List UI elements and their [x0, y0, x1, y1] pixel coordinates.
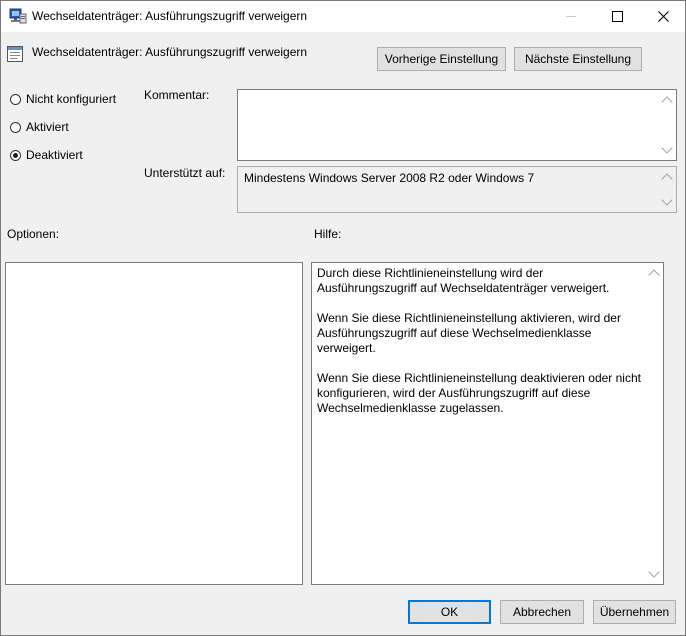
title-bar[interactable]: Wechseldatenträger: Ausführungszugriff v…: [1, 1, 685, 32]
help-paragraph: Wenn Sie diese Richtlinieneinstellung de…: [317, 371, 641, 415]
scroll-down-icon[interactable]: [661, 142, 673, 154]
radio-button[interactable]: [10, 121, 21, 133]
comment-scrollbar[interactable]: [659, 90, 676, 160]
radio-label: Deaktiviert: [26, 148, 83, 162]
maximize-icon: [611, 11, 623, 22]
ok-button[interactable]: OK: [408, 600, 491, 624]
policy-setting-icon: [7, 46, 23, 62]
supported-on-field[interactable]: Mindestens Windows Server 2008 R2 oder W…: [237, 166, 677, 213]
scroll-down-icon[interactable]: [648, 566, 660, 578]
radio-label: Aktiviert: [26, 120, 69, 134]
minimize-icon: [566, 16, 576, 17]
radio-selected-dot: [13, 152, 18, 158]
window-title: Wechseldatenträger: Ausführungszugriff v…: [32, 9, 308, 23]
help-paragraph: Wenn Sie diese Richtlinieneinstellung ak…: [317, 311, 621, 355]
help-paragraph: Durch diese Richtlinieneinstellung wird …: [317, 266, 610, 295]
next-setting-button[interactable]: Nächste Einstellung: [514, 47, 642, 71]
comment-label: Kommentar:: [144, 88, 210, 102]
close-button[interactable]: [640, 1, 686, 32]
supported-on-label: Unterstützt auf:: [144, 166, 226, 180]
policy-dialog: Wechseldatenträger: Ausführungszugriff v…: [0, 0, 686, 636]
radio-not-configured[interactable]: Nicht konfiguriert: [10, 91, 116, 107]
supported-on-scrollbar[interactable]: [659, 167, 676, 212]
cancel-button[interactable]: Abbrechen: [500, 600, 584, 624]
radio-button[interactable]: [10, 93, 21, 105]
previous-setting-button[interactable]: Vorherige Einstellung: [377, 47, 506, 71]
radio-enabled[interactable]: Aktiviert: [10, 119, 69, 135]
comment-field[interactable]: [237, 89, 677, 161]
radio-label: Nicht konfiguriert: [26, 92, 117, 106]
minimize-button[interactable]: [548, 1, 594, 32]
radio-disabled[interactable]: Deaktiviert: [10, 147, 83, 163]
scroll-up-icon[interactable]: [661, 96, 673, 108]
close-icon: [657, 11, 669, 22]
policy-app-icon: [9, 8, 27, 24]
options-panel[interactable]: [5, 262, 303, 585]
radio-button[interactable]: [10, 149, 21, 161]
policy-title: Wechseldatenträger: Ausführungszugriff v…: [32, 45, 308, 59]
help-panel[interactable]: Durch diese Richtlinieneinstellung wird …: [311, 262, 664, 585]
apply-button[interactable]: Übernehmen: [593, 600, 676, 624]
help-scrollbar[interactable]: [646, 263, 663, 584]
help-text: Durch diese Richtlinieneinstellung wird …: [317, 266, 643, 431]
maximize-button[interactable]: [594, 1, 640, 32]
supported-on-value: Mindestens Windows Server 2008 R2 oder W…: [244, 171, 535, 185]
scroll-up-icon[interactable]: [661, 173, 673, 185]
scroll-down-icon[interactable]: [661, 194, 673, 206]
help-label: Hilfe:: [314, 227, 342, 241]
options-label: Optionen:: [7, 227, 60, 241]
scroll-up-icon[interactable]: [648, 269, 660, 281]
